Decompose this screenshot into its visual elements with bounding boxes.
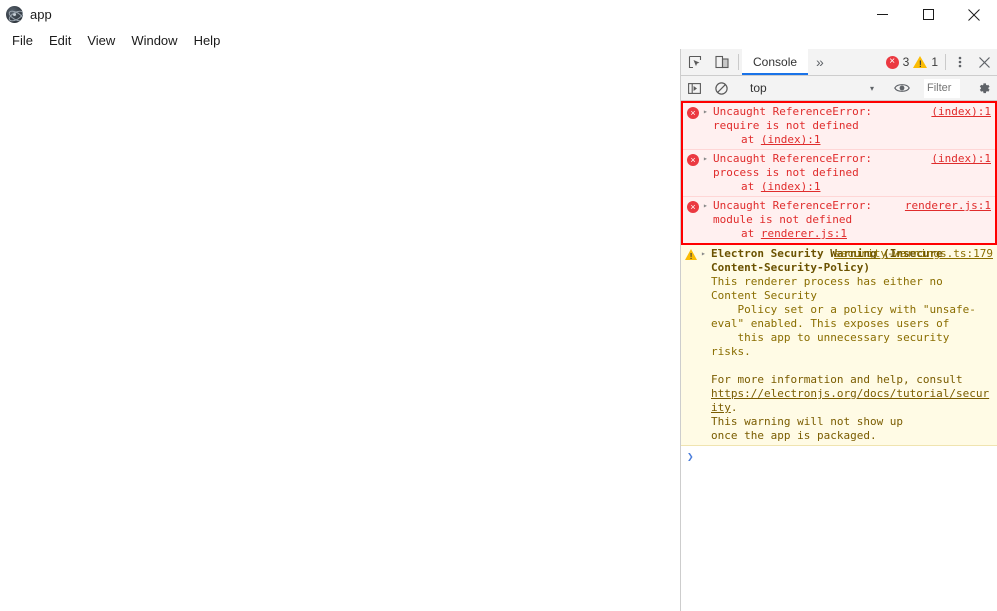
warning-count-icon: ! bbox=[913, 56, 928, 69]
error-icon: × bbox=[683, 152, 703, 166]
title-bar: app bbox=[0, 0, 997, 29]
minimize-icon[interactable] bbox=[859, 0, 905, 29]
toolbar-divider-2 bbox=[945, 54, 946, 70]
electron-security-docs-link[interactable]: https://electronjs.org/docs/tutorial/sec… bbox=[711, 387, 989, 414]
tab-console[interactable]: Console bbox=[742, 49, 809, 75]
menu-item-help[interactable]: Help bbox=[186, 31, 229, 51]
stack-prefix: at bbox=[741, 180, 761, 193]
electron-atom-core bbox=[13, 13, 16, 16]
execution-context-selector[interactable]: top ▾ bbox=[742, 81, 882, 95]
console-message-error-2[interactable]: × ▸ (index):1 Uncaught ReferenceError: p… bbox=[683, 150, 995, 197]
prompt-caret-icon: ❯ bbox=[687, 450, 694, 463]
expand-arrow-icon[interactable]: ▸ bbox=[703, 105, 713, 116]
menu-item-file[interactable]: File bbox=[4, 31, 41, 51]
clear-console-icon[interactable] bbox=[708, 81, 735, 95]
error-count-value: 3 bbox=[902, 55, 910, 69]
live-expression-icon[interactable] bbox=[889, 82, 915, 94]
expand-arrow-icon[interactable]: ▸ bbox=[703, 152, 713, 163]
stack-frame-link[interactable]: renderer.js:1 bbox=[761, 227, 847, 240]
device-toolbar-icon[interactable] bbox=[708, 49, 735, 75]
menu-bar: File Edit View Window Help bbox=[0, 29, 680, 53]
warning-icon: ! bbox=[681, 247, 701, 261]
console-message-body: (index):1 Uncaught ReferenceError: proce… bbox=[713, 152, 995, 194]
console-sidebar-icon[interactable] bbox=[681, 82, 708, 95]
error-icon: × bbox=[683, 105, 703, 119]
warning-body-2: For more information and help, consult h… bbox=[711, 373, 993, 443]
more-options-icon[interactable] bbox=[949, 49, 971, 75]
warning-count-glyph: ! bbox=[918, 59, 922, 69]
menu-item-window[interactable]: Window bbox=[123, 31, 185, 51]
stack-frame-link[interactable]: (index):1 bbox=[761, 133, 821, 146]
expand-arrow-icon[interactable]: ▸ bbox=[701, 247, 711, 258]
error-icon-glyph: × bbox=[687, 107, 699, 119]
message-stack-line: at renderer.js:1 bbox=[713, 227, 991, 241]
chevron-down-icon: ▾ bbox=[869, 83, 874, 93]
console-message-body: security-warnings.ts:179 Electron Securi… bbox=[711, 247, 997, 443]
filter-input[interactable] bbox=[924, 78, 960, 98]
devtools-tab-bar: Console » × 3 ! 1 bbox=[681, 49, 997, 76]
expand-arrow-icon[interactable]: ▸ bbox=[703, 199, 713, 210]
maximize-icon[interactable] bbox=[905, 0, 951, 29]
inspect-element-icon[interactable] bbox=[681, 49, 708, 75]
console-messages-list[interactable]: × ▸ (index):1 Uncaught ReferenceError: r… bbox=[681, 101, 997, 611]
message-source-link[interactable]: renderer.js:1 bbox=[905, 199, 991, 212]
title-bar-left: app bbox=[0, 6, 52, 23]
electron-atom-icon bbox=[6, 6, 23, 23]
more-tabs-icon[interactable]: » bbox=[808, 49, 832, 75]
stack-prefix: at bbox=[741, 133, 761, 146]
message-detail: require is not defined bbox=[713, 119, 859, 132]
error-group: × ▸ (index):1 Uncaught ReferenceError: r… bbox=[681, 101, 997, 245]
toolbar-divider-1 bbox=[738, 54, 739, 70]
message-source-link[interactable]: (index):1 bbox=[931, 105, 991, 118]
error-count-icon: × bbox=[885, 55, 899, 69]
issue-counts[interactable]: × 3 ! 1 bbox=[885, 49, 942, 75]
window-title: app bbox=[30, 7, 52, 22]
warning-body-2-text: For more information and help, consult bbox=[711, 373, 970, 386]
window-controls bbox=[859, 0, 997, 29]
message-stack-line: at (index):1 bbox=[713, 180, 991, 194]
console-message-error-3[interactable]: × ▸ renderer.js:1 Uncaught ReferenceErro… bbox=[683, 197, 995, 243]
warning-exclamation: ! bbox=[689, 252, 693, 261]
warning-icon-glyph: ! bbox=[685, 249, 697, 261]
warning-body-3-text: . This warning will not show up once the… bbox=[711, 401, 904, 442]
app-window: app File Edit View Window Help Console »… bbox=[0, 0, 997, 611]
menu-item-view[interactable]: View bbox=[79, 31, 123, 51]
error-icon: × bbox=[683, 199, 703, 213]
console-message-error-1[interactable]: × ▸ (index):1 Uncaught ReferenceError: r… bbox=[683, 103, 995, 150]
settings-gear-icon[interactable] bbox=[969, 81, 997, 96]
message-detail: module is not defined bbox=[713, 213, 853, 226]
console-message-body: (index):1 Uncaught ReferenceError: requi… bbox=[713, 105, 995, 147]
error-icon-glyph: × bbox=[687, 154, 699, 166]
warning-body-1: This renderer process has either no Cont… bbox=[711, 275, 976, 358]
close-icon[interactable] bbox=[951, 0, 997, 29]
execution-context-value: top bbox=[750, 81, 767, 95]
error-icon-glyph: × bbox=[687, 201, 699, 213]
warning-count-value: 1 bbox=[931, 55, 938, 69]
close-devtools-icon[interactable] bbox=[971, 49, 997, 75]
message-source-link[interactable]: (index):1 bbox=[931, 152, 991, 165]
console-prompt[interactable]: ❯ bbox=[681, 446, 997, 464]
menu-item-edit[interactable]: Edit bbox=[41, 31, 79, 51]
console-filter-bar: top ▾ bbox=[681, 76, 997, 101]
message-stack-line: at (index):1 bbox=[713, 133, 991, 147]
devtools-panel: Console » × 3 ! 1 top ▾ Filter × ▸ (inde… bbox=[680, 49, 997, 611]
console-message-warning[interactable]: ! ▸ security-warnings.ts:179 Electron Se… bbox=[681, 245, 997, 446]
stack-frame-link[interactable]: (index):1 bbox=[761, 180, 821, 193]
console-message-body: renderer.js:1 Uncaught ReferenceError: m… bbox=[713, 199, 995, 241]
stack-prefix: at bbox=[741, 227, 761, 240]
message-detail: process is not defined bbox=[713, 166, 859, 179]
message-source-link[interactable]: security-warnings.ts:179 bbox=[834, 247, 993, 260]
web-page-viewport bbox=[0, 53, 680, 611]
